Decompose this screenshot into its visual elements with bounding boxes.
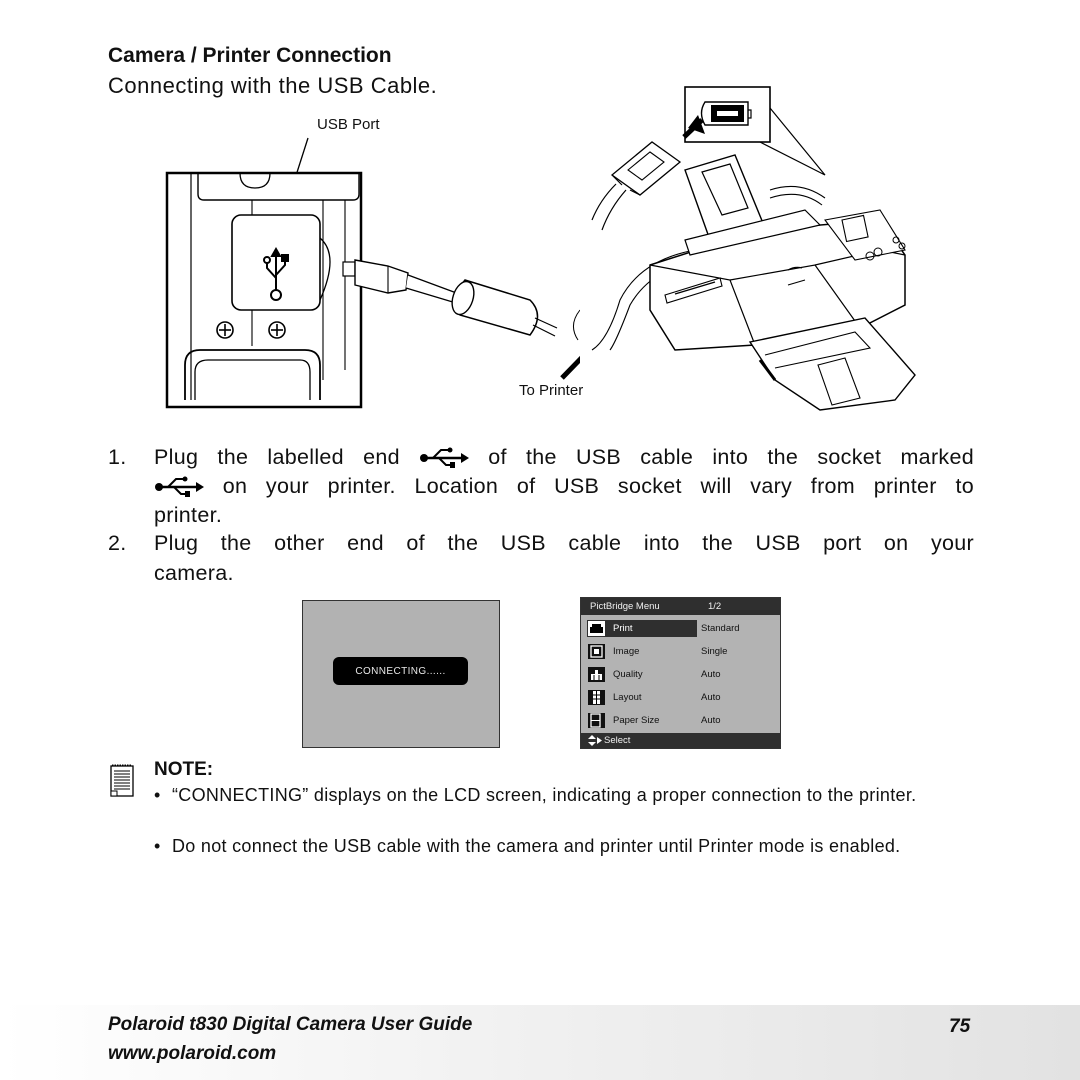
navigate-arrows-icon [588, 735, 602, 746]
guide-title: Polaroid t830 Digital Camera User Guide [108, 1014, 473, 1035]
to-printer-label: To Printer [519, 382, 584, 399]
menu-row-value: Auto [701, 692, 721, 703]
connecting-message: CONNECTING...... [333, 657, 468, 685]
layout-icon [588, 690, 605, 705]
menu-row-label: Layout [613, 692, 642, 703]
note-item: • Do not connect the USB cable with the … [154, 834, 974, 884]
menu-row-print[interactable]: Print Standard [581, 620, 780, 638]
menu-row-value: Auto [701, 715, 721, 726]
quality-icon [588, 667, 605, 682]
step-1-line-1: Plug the labelled end of the USB cable i… [154, 445, 974, 470]
step-text: Plug the labelled end [154, 445, 400, 469]
image-icon [588, 644, 605, 659]
note-text: Do not connect the USB cable with the ca… [172, 836, 901, 856]
menu-footer: Select [581, 733, 780, 748]
menu-row-value: Single [701, 646, 728, 657]
menu-header: PictBridge Menu 1/2 [581, 598, 780, 615]
menu-row-label: Image [613, 646, 640, 657]
step-text: on your printer. Location of USB socket … [222, 474, 974, 498]
menu-row-layout[interactable]: Layout Auto [581, 689, 780, 707]
step-1: 1. Plug the labelled end of the USB cabl… [108, 445, 974, 535]
menu-row-paper-size[interactable]: Paper Size Auto [581, 712, 780, 730]
page-footer: Polaroid t830 Digital Camera User Guide … [0, 1005, 1080, 1080]
menu-row-quality[interactable]: Quality Auto [581, 666, 780, 684]
note-item: • “CONNECTING” displays on the LCD scree… [154, 783, 974, 833]
menu-row-value: Standard [701, 623, 740, 634]
menu-row-label: Quality [613, 669, 643, 680]
website-link[interactable]: www.polaroid.com [108, 1043, 276, 1065]
usb-icon [155, 476, 204, 498]
step-number: 1. [108, 445, 127, 469]
step-1-line-3: printer. [154, 503, 223, 527]
camera-usb-illustration [165, 137, 580, 409]
step-text: of the USB cable into the socket marked [488, 445, 974, 469]
menu-row-value: Auto [701, 669, 721, 680]
lcd-connecting-screen: CONNECTING...... [302, 600, 500, 748]
section-subtitle: Connecting with the USB Cable. [108, 73, 438, 98]
step-2-line-1: Plug the other end of the USB cable into… [154, 531, 974, 555]
printer-illustration [591, 86, 916, 411]
paper-size-icon [588, 713, 605, 728]
notepad-icon [110, 764, 134, 797]
bullet: • [154, 836, 161, 856]
step-1-line-2: on your printer. Location of USB socket … [154, 474, 974, 499]
section-title: Camera / Printer Connection [108, 44, 392, 67]
menu-title: PictBridge Menu [590, 601, 660, 612]
lcd-pictbridge-menu: PictBridge Menu 1/2 Print Standard Image… [580, 597, 781, 749]
menu-page-indicator: 1/2 [708, 601, 722, 612]
usb-icon [420, 447, 470, 469]
footer-select-label: Select [604, 735, 631, 746]
bullet: • [154, 785, 161, 805]
step-number: 2. [108, 531, 127, 555]
note-text: “CONNECTING” displays on the LCD screen,… [172, 785, 917, 805]
menu-row-label: Print [613, 623, 633, 634]
menu-row-label: Paper Size [613, 715, 660, 726]
note-title: NOTE: [154, 759, 214, 780]
step-2-line-2: camera. [154, 561, 234, 585]
step-2: 2. Plug the other end of the USB cable i… [108, 531, 974, 591]
menu-row-image[interactable]: Image Single [581, 643, 780, 661]
page-number: 75 [949, 1016, 971, 1037]
printer-icon [588, 621, 605, 636]
